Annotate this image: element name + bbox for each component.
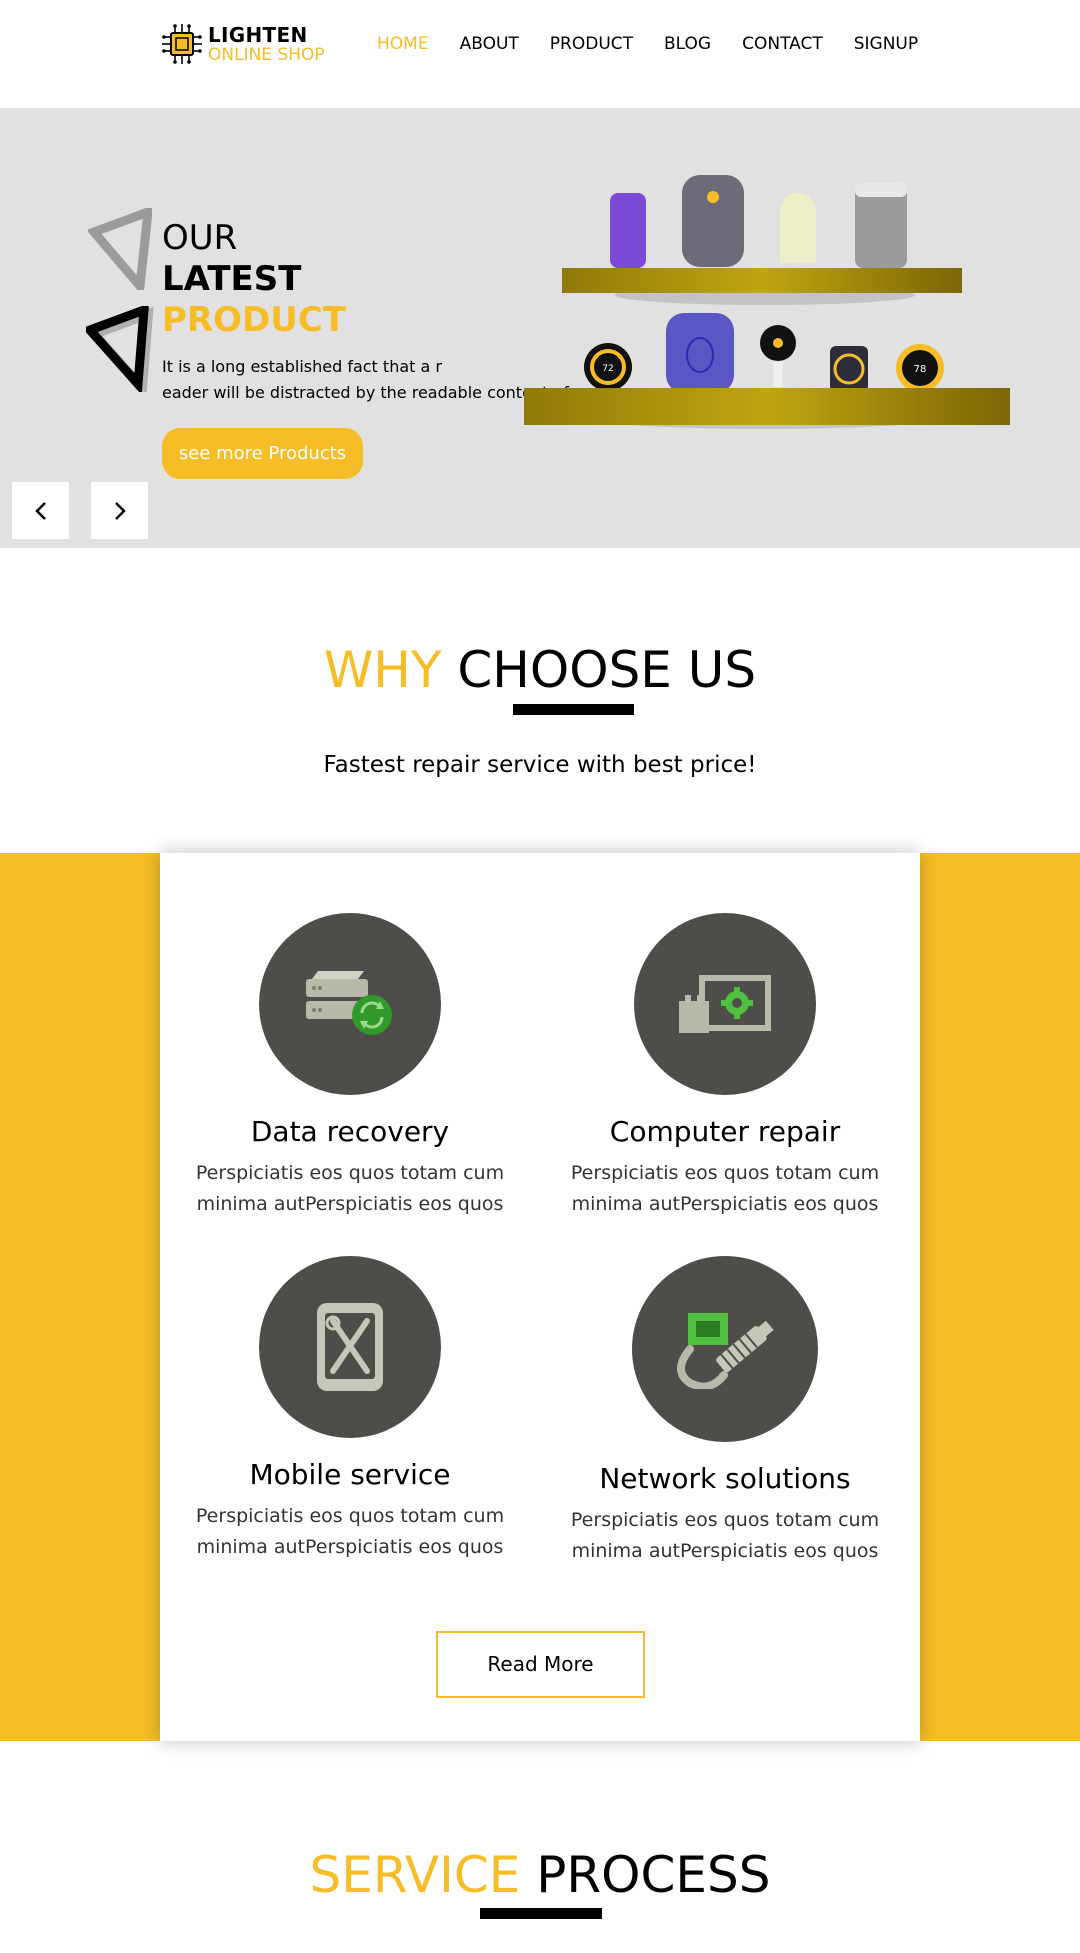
hero-line-1: OUR [162,218,238,258]
hero-line-3: PRODUCT [162,300,346,340]
service-data-recovery[interactable]: Data recovery Perspiciatis eos quos tota… [160,913,540,1220]
logo[interactable]: LIGHTEN ONLINE SHOP [160,22,325,66]
nav-product[interactable]: PRODUCT [550,34,633,54]
nav-signup[interactable]: SIGNUP [854,34,918,54]
why-subtitle: Fastest repair service with best price! [323,752,757,778]
service-icon-circle [259,913,441,1095]
service-computer-repair[interactable]: Computer repair Perspiciatis eos quos to… [535,913,915,1220]
hero-slider: OUR LATEST PRODUCT It is a long establis… [0,108,1080,548]
why-title-main: CHOOSE US [457,641,757,699]
service-process-heading: SERVICE PROCESS [0,1845,1080,1905]
logo-title: LIGHTEN [208,22,308,47]
why-choose-us-heading: WHY CHOOSE US [0,640,1080,700]
triangle-outline-gray-icon [88,208,152,290]
service-icon-circle [634,913,816,1095]
service-title: Mobile service [249,1458,451,1491]
server-sync-icon [306,971,392,1035]
nav-about[interactable]: ABOUT [460,34,519,54]
prev-slide-button[interactable] [12,482,69,539]
next-slide-button[interactable] [91,482,148,539]
service-icon-circle [632,1256,818,1442]
service-title: Computer repair [609,1115,841,1148]
service-title: Network solutions [599,1462,851,1495]
service-description: Perspiciatis eos quos totam cum minima a… [570,1162,880,1215]
network-cable-icon [677,1313,774,1389]
service-network[interactable]: Network solutions Perspiciatis eos quos … [535,1256,915,1567]
triangle-outline-black-icon [86,306,154,392]
service-description: Perspiciatis eos quos totam cum minima a… [570,1509,880,1562]
nav-home[interactable]: HOME [377,34,429,54]
hero-heading: OUR LATEST PRODUCT [162,218,346,341]
thermostat-right-value: 78 [914,364,927,375]
nav-blog[interactable]: BLOG [664,34,711,54]
hero-line-2: LATEST [162,259,302,299]
service-icon-circle [259,1256,441,1438]
computer-gear-icon [679,975,771,1033]
logo-subtitle: ONLINE SHOP [208,44,325,65]
process-title-main: PROCESS [536,1846,771,1904]
process-title-accent: SERVICE [309,1846,521,1904]
chevron-left-icon [34,501,46,520]
site-header: LIGHTEN ONLINE SHOP HOME ABOUT PRODUCT B… [0,0,1080,108]
services-card: Data recovery Perspiciatis eos quos tota… [160,853,920,1741]
read-more-button[interactable]: Read More [436,1631,645,1698]
nav-contact[interactable]: CONTACT [742,34,823,54]
chevron-right-icon [114,501,126,520]
service-description: Perspiciatis eos quos totam cum minima a… [195,1162,505,1215]
chip-logo-icon [162,24,202,64]
service-mobile[interactable]: Mobile service Perspiciatis eos quos tot… [160,1256,540,1563]
phone-tools-icon [317,1303,383,1391]
service-description: Perspiciatis eos quos totam cum minima a… [195,1505,505,1558]
main-nav: HOME ABOUT PRODUCT BLOG CONTACT SIGNUP [377,34,949,54]
why-title-accent: WHY [323,641,442,699]
heading-underline [513,704,634,715]
thermostat-left-value: 72 [602,364,613,374]
heading-underline [480,1908,602,1919]
product-shelves-image: 72 78 [524,175,1010,429]
service-title: Data recovery [250,1115,450,1148]
see-more-products-button[interactable]: see more Products [162,428,363,479]
